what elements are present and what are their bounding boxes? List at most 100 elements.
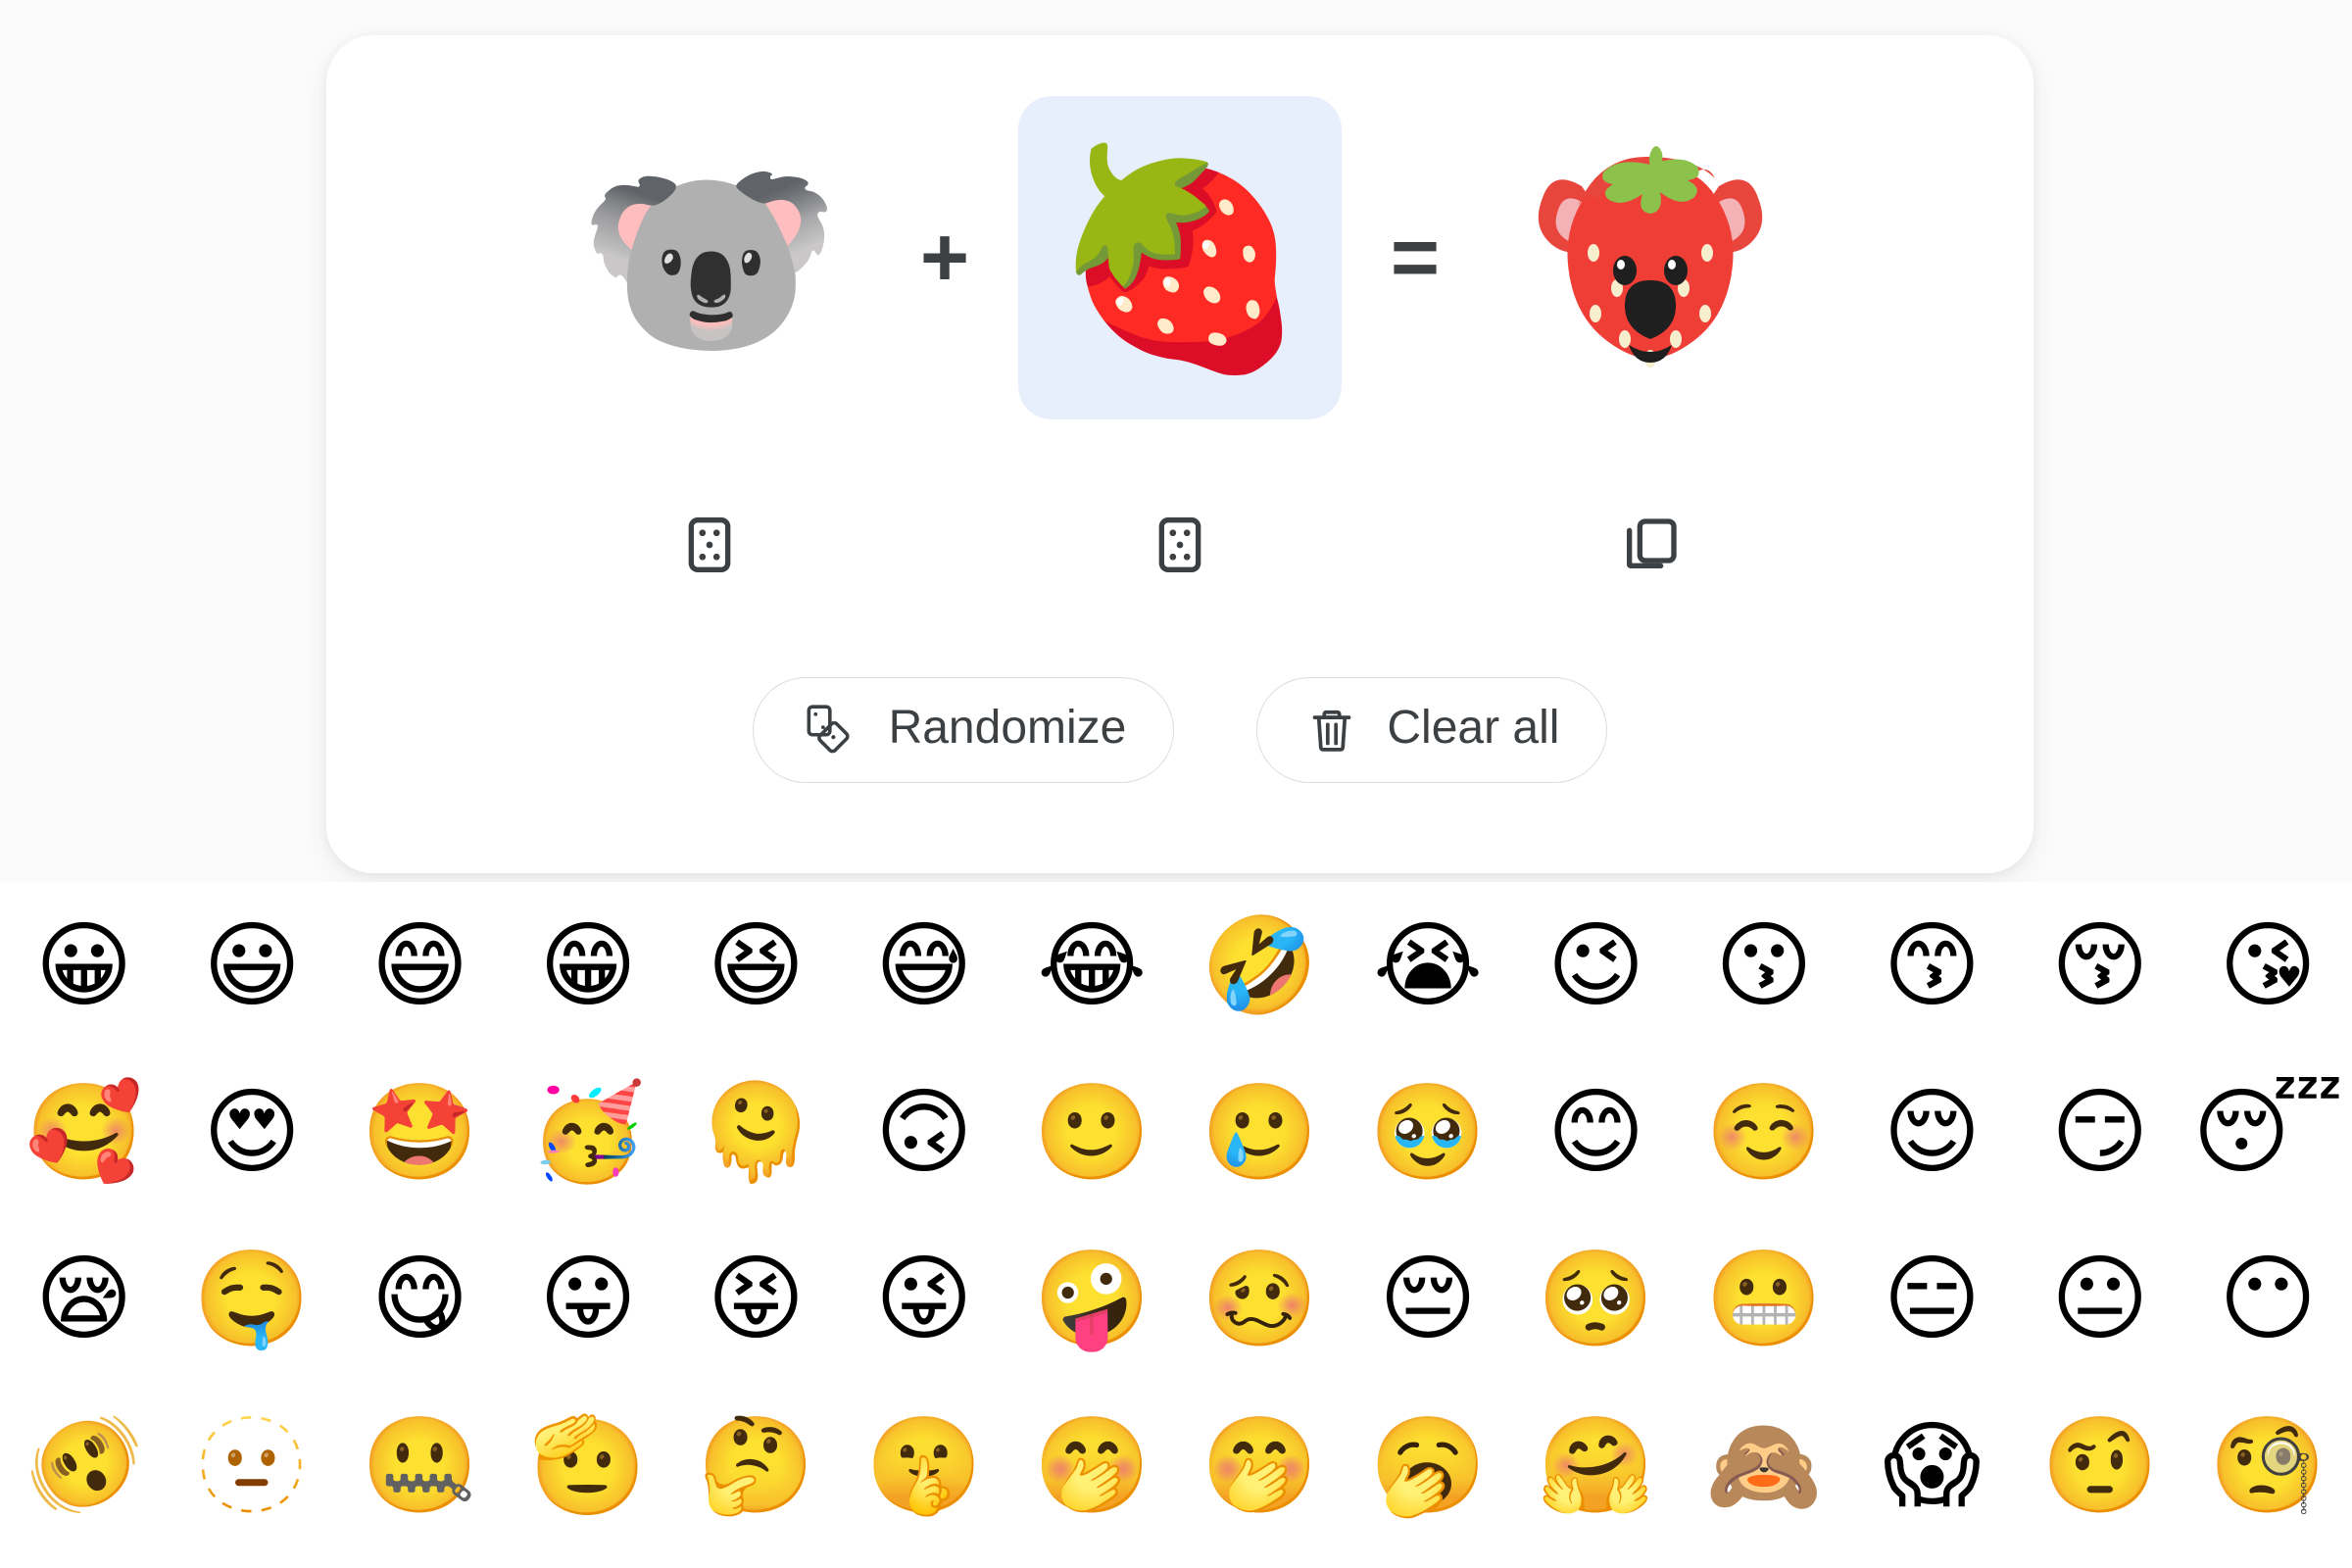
emoji-cell[interactable]: 😭 (1344, 882, 1511, 1049)
emoji-glyph: 😀 (34, 910, 133, 1020)
emoji-cell[interactable]: 😝 (672, 1215, 840, 1382)
emoji-cell[interactable]: ☺️ (1680, 1049, 1847, 1215)
left-emoji-slot[interactable]: 🐨 (548, 96, 871, 419)
emoji-glyph: 😶 (2219, 1244, 2318, 1353)
emoji-cell[interactable]: 🫨 (0, 1382, 168, 1548)
emoji-cell[interactable]: 🥹 (1344, 1049, 1511, 1215)
copy-result-button[interactable] (1608, 503, 1692, 587)
emoji-cell[interactable]: 🤣 (1176, 882, 1344, 1049)
emoji-cell[interactable]: 😁 (504, 882, 671, 1049)
emoji-cell[interactable]: 🤤 (168, 1215, 335, 1382)
emoji-glyph: 😛 (538, 1244, 638, 1353)
clear-all-button[interactable]: Clear all (1256, 677, 1608, 783)
emoji-cell[interactable]: 🥱 (1344, 1382, 1511, 1548)
emoji-cell[interactable]: 🙈 (1680, 1382, 1847, 1548)
emoji-glyph: 🤪 (1033, 1244, 1151, 1353)
emoji-glyph: 😴 (2192, 1077, 2344, 1187)
dice-icon (1158, 517, 1201, 572)
copy-cell (1489, 503, 1812, 587)
emoji-cell[interactable]: 😘 (2183, 882, 2351, 1049)
emoji-cell[interactable]: 🫠 (672, 1049, 840, 1215)
emoji-cell[interactable]: 🤪 (1008, 1215, 1176, 1382)
left-dice-cell (548, 503, 871, 587)
emoji-cell[interactable]: 🤭 (1008, 1382, 1176, 1548)
emoji-cell[interactable]: 🥳 (504, 1049, 671, 1215)
emoji-cell[interactable]: 😏 (2016, 1049, 2183, 1215)
emoji-cell[interactable]: 🤐 (336, 1382, 504, 1548)
emoji-cell[interactable]: 😂 (1008, 882, 1176, 1049)
trash-icon (1312, 710, 1351, 752)
right-dice-cell (1018, 503, 1342, 587)
emoji-cell[interactable]: 😍 (168, 1049, 335, 1215)
emoji-cell[interactable]: 🥲 (1176, 1049, 1344, 1215)
result-mashup-image (1538, 146, 1763, 368)
emoji-cell[interactable]: 🧐 (2183, 1382, 2351, 1548)
emoji-glyph: 🙃 (874, 1077, 973, 1187)
emoji-cell[interactable]: 😌 (1848, 1049, 2016, 1215)
emoji-cell[interactable]: 🤨 (2016, 1382, 2183, 1548)
emoji-cell[interactable]: 😴 (2183, 1049, 2351, 1215)
emoji-cell[interactable]: 😅 (840, 882, 1007, 1049)
emoji-cell[interactable]: 😀 (0, 882, 168, 1049)
emoji-cell[interactable]: 😚 (2016, 882, 2183, 1049)
randomize-button[interactable]: Randomize (752, 677, 1175, 783)
emoji-cell[interactable]: 😱 (1848, 1382, 2016, 1548)
emoji-glyph: 🤐 (361, 1410, 479, 1520)
left-emoji-slot-box[interactable]: 🐨 (548, 96, 871, 419)
right-emoji-slot[interactable]: 🍓 (1018, 96, 1342, 419)
emoji-glyph: 🤫 (865, 1410, 983, 1520)
emoji-cell[interactable]: 😔 (1344, 1215, 1511, 1382)
emoji-glyph: 😂 (1037, 910, 1148, 1020)
emoji-cell[interactable]: 🤭 (1176, 1382, 1344, 1548)
emoji-cell[interactable]: 😛 (504, 1215, 671, 1382)
result-emoji-slot-box[interactable] (1489, 96, 1812, 419)
emoji-cell[interactable]: 😗 (1680, 882, 1847, 1049)
emoji-glyph: 🥹 (1369, 1077, 1487, 1187)
emoji-glyph: 😁 (538, 910, 638, 1020)
emoji-cell[interactable]: 🫥 (168, 1382, 335, 1548)
emoji-glyph: 😏 (2050, 1077, 2149, 1187)
emoji-grid: 😀 😃 😄 😁 😆 😅 😂 🤣 😭 😉 😗 😙 😚 😘 🥰 😍 🤩 🥳 🫠 🙃 🙂 🥲 🥹 😊 ☺️ 😌 😏 😴 😪 🤤 😋 😛 😝 😜 🤪 🥴 😔 🥺 😬… (0, 882, 2352, 1548)
emoji-glyph: 😅 (874, 910, 973, 1020)
emoji-cell[interactable]: 🙃 (840, 1049, 1007, 1215)
emoji-cell[interactable]: 😬 (1680, 1215, 1847, 1382)
emoji-cell[interactable]: 🥴 (1176, 1215, 1344, 1382)
right-random-dice-button[interactable] (1138, 503, 1222, 587)
emoji-cell[interactable]: 🙂 (1008, 1049, 1176, 1215)
left-random-dice-button[interactable] (667, 503, 752, 587)
emoji-cell[interactable]: 🤗 (1512, 1382, 1680, 1548)
emoji-cell[interactable]: 🥰 (0, 1049, 168, 1215)
emoji-glyph: 😘 (2219, 910, 2318, 1020)
emoji-glyph: 🤩 (361, 1077, 479, 1187)
emoji-cell[interactable]: 😄 (336, 882, 504, 1049)
two-dice-icon (807, 705, 850, 754)
emoji-cell[interactable]: 😙 (1848, 882, 2016, 1049)
emoji-cell[interactable]: 😪 (0, 1215, 168, 1382)
emoji-cell[interactable]: 🤩 (336, 1049, 504, 1215)
emoji-glyph: 🫡 (529, 1410, 647, 1520)
right-emoji-slot-box[interactable]: 🍓 (1018, 96, 1342, 419)
emoji-glyph: 🙂 (1033, 1077, 1151, 1187)
emoji-cell[interactable]: 🥺 (1512, 1215, 1680, 1382)
emoji-cell[interactable]: 😆 (672, 882, 840, 1049)
emoji-cell[interactable]: 😜 (840, 1215, 1007, 1382)
emoji-cell[interactable]: 😃 (168, 882, 335, 1049)
emoji-cell[interactable]: 😶 (2183, 1215, 2351, 1382)
emoji-glyph: 😋 (370, 1244, 469, 1353)
emoji-cell[interactable]: 🫡 (504, 1382, 671, 1548)
emoji-cell[interactable]: 😑 (1848, 1215, 2016, 1382)
emoji-cell[interactable]: 😐 (2016, 1215, 2183, 1382)
emoji-cell[interactable]: 🤔 (672, 1382, 840, 1548)
emoji-glyph: 😐 (2050, 1244, 2149, 1353)
emoji-cell[interactable]: 😉 (1512, 882, 1680, 1049)
emoji-glyph: 🫨 (24, 1410, 143, 1520)
emoji-cell[interactable]: 🤫 (840, 1382, 1007, 1548)
emoji-cell[interactable]: 😋 (336, 1215, 504, 1382)
emoji-glyph: 😔 (1379, 1244, 1478, 1353)
emoji-glyph: 🥱 (1369, 1410, 1487, 1520)
emoji-glyph: 🧐 (2209, 1410, 2327, 1520)
emoji-cell[interactable]: 😊 (1512, 1049, 1680, 1215)
emoji-glyph: 🙈 (1705, 1410, 1823, 1520)
result-emoji-slot[interactable] (1489, 96, 1812, 419)
emoji-picker-panel[interactable]: 😀 😃 😄 😁 😆 😅 😂 🤣 😭 😉 😗 😙 😚 😘 🥰 😍 🤩 🥳 🫠 🙃 🙂 🥲 🥹 😊 ☺️ 😌 😏 😴 😪 🤤 😋 😛 😝 😜 🤪 🥴 😔 🥺 😬… (0, 882, 2352, 1568)
